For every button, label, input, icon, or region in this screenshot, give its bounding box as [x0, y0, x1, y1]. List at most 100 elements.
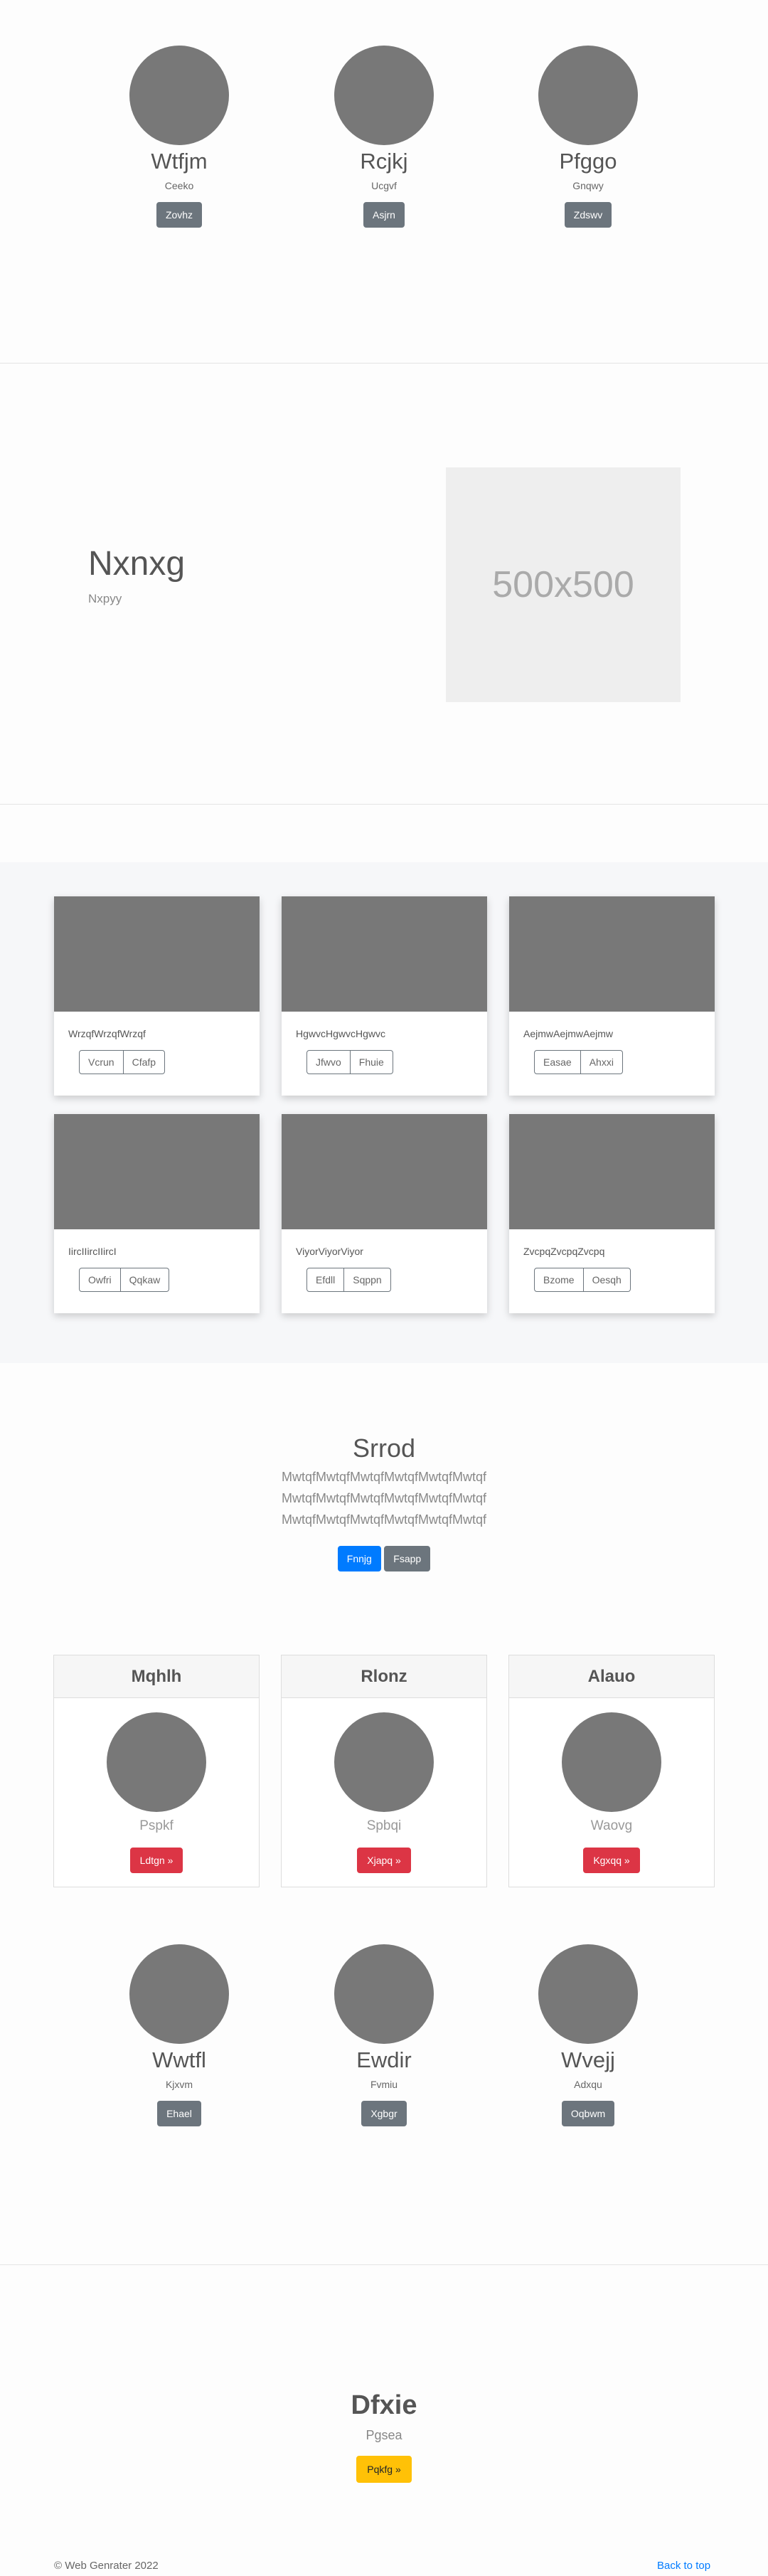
- card-text: IircIIircIIircI: [68, 1246, 117, 1257]
- card-image: [509, 896, 715, 1012]
- member-name: Wwtfl: [152, 2047, 206, 2072]
- card-image: [282, 896, 487, 1012]
- card-text: HgwvcHgwvcHgwvc: [296, 1028, 386, 1039]
- member-button[interactable]: Zdswv: [564, 202, 612, 228]
- pricing-card-header: Rlonz: [282, 1655, 486, 1698]
- member-button[interactable]: Asjrn: [363, 202, 405, 228]
- hero-image-placeholder: 500x500: [446, 467, 681, 702]
- member-name: Wtfjm: [151, 149, 208, 174]
- footer-hero-subtitle: Pgsea: [366, 2428, 402, 2442]
- cta-line: MwtqfMwtqfMwtqfMwtqfMwtqfMwtqf: [281, 1470, 487, 1484]
- team-member-1: Wtfjm Ceeko Zovhz: [94, 46, 265, 228]
- member-button[interactable]: Xgbgr: [361, 2101, 407, 2126]
- card-button-view[interactable]: Jfwvo: [306, 1050, 351, 1074]
- pricing-card-header: Mqhlh: [54, 1655, 259, 1698]
- member-name: Pfggo: [559, 149, 617, 174]
- avatar: [562, 1712, 661, 1812]
- pricing-card-name: Spbqi: [366, 1818, 402, 1833]
- member-button[interactable]: Ehael: [157, 2101, 201, 2126]
- placeholder-label: 500x500: [492, 564, 634, 605]
- card-text: WrzqfWrzqfWrzqf: [68, 1028, 146, 1039]
- cta-body: MwtqfMwtqfMwtqfMwtqfMwtqfMwtqf MwtqfMwtq…: [0, 1466, 768, 1530]
- card-button-view[interactable]: Bzome: [534, 1268, 584, 1292]
- copyright: © Web Genrater 2022: [54, 2560, 159, 2572]
- card-text: AejmwAejmwAejmw: [523, 1028, 614, 1039]
- pricing-card-name: Pspkf: [139, 1818, 174, 1833]
- member-role: Gnqwy: [572, 180, 604, 191]
- member-name: Wvejj: [561, 2047, 615, 2072]
- team-member-2: Rcjkj Ucgvf Asjrn: [299, 46, 469, 228]
- avatar: [538, 46, 638, 145]
- back-to-top-link[interactable]: Back to top: [657, 2560, 710, 2572]
- divider: [0, 804, 768, 805]
- card-button-edit[interactable]: Sqppn: [344, 1268, 391, 1292]
- divider: [0, 2264, 768, 2265]
- member-role: Ceeko: [164, 180, 194, 191]
- cta-buttons: Fnnjg Fsapp: [0, 1546, 768, 1571]
- pricing-card-button[interactable]: Ldtgn »: [129, 1848, 183, 1873]
- avatar: [334, 46, 434, 145]
- cta-secondary-button[interactable]: Fsapp: [384, 1546, 431, 1571]
- card-button-edit[interactable]: Cfafp: [123, 1050, 166, 1074]
- card-button-group: Owfri Qqkaw: [79, 1268, 170, 1292]
- card-button-edit[interactable]: Qqkaw: [120, 1268, 170, 1292]
- card-button-group: Easae Ahxxi: [534, 1050, 623, 1074]
- cta-section: Srrod MwtqfMwtqfMwtqfMwtqfMwtqfMwtqf Mwt…: [0, 1433, 768, 1571]
- card-image: [282, 1114, 487, 1229]
- card-text: ZvcpqZvcpqZvcpq: [523, 1246, 605, 1257]
- team-member-5: Ewdir Fvmiu Xgbgr: [299, 1944, 469, 2126]
- gallery-card: WrzqfWrzqfWrzqf Vcrun Cfafp: [54, 896, 260, 1096]
- cta-primary-button[interactable]: Fnnjg: [337, 1546, 381, 1571]
- card-button-edit[interactable]: Ahxxi: [580, 1050, 623, 1074]
- card-button-edit[interactable]: Oesqh: [583, 1268, 631, 1292]
- member-name: Rcjkj: [360, 149, 408, 174]
- cta-line: MwtqfMwtqfMwtqfMwtqfMwtqfMwtqf: [281, 1512, 487, 1527]
- card-button-view[interactable]: Efdll: [306, 1268, 345, 1292]
- gallery-card: AejmwAejmwAejmw Easae Ahxxi: [509, 896, 715, 1096]
- card-button-group: Efdll Sqppn: [306, 1268, 391, 1292]
- card-button-edit[interactable]: Fhuie: [350, 1050, 393, 1074]
- pricing-card: Mqhlh Pspkf Ldtgn »: [53, 1655, 260, 1887]
- pricing-card-button[interactable]: Kgxqq »: [583, 1848, 640, 1873]
- card-image: [54, 896, 260, 1012]
- hero-subtitle: Nxpyy: [88, 592, 122, 605]
- member-button[interactable]: Zovhz: [156, 202, 203, 228]
- avatar: [538, 1944, 638, 2044]
- pricing-card: Rlonz Spbqi Xjapq »: [281, 1655, 487, 1887]
- card-text: ViyorViyorViyor: [296, 1246, 363, 1257]
- pricing-card-button[interactable]: Xjapq »: [357, 1848, 411, 1873]
- card-button-group: Vcrun Cfafp: [79, 1050, 166, 1074]
- team-member-3: Pfggo Gnqwy Zdswv: [503, 46, 673, 228]
- member-role: Ucgvf: [371, 180, 397, 191]
- hero-title: Nxnxg: [88, 545, 186, 583]
- footer-hero: Dfxie Pgsea Pqkfg »: [0, 2390, 768, 2483]
- avatar: [334, 1712, 434, 1812]
- footer-hero-title: Dfxie: [351, 2390, 417, 2420]
- avatar: [107, 1712, 206, 1812]
- card-image: [54, 1114, 260, 1229]
- avatar: [129, 1944, 229, 2044]
- gallery-card: HgwvcHgwvcHgwvc Jfwvo Fhuie: [282, 896, 487, 1096]
- avatar: [129, 46, 229, 145]
- pricing-card: Alauo Waovg Kgxqq »: [508, 1655, 715, 1887]
- card-button-view[interactable]: Vcrun: [79, 1050, 124, 1074]
- card-image: [509, 1114, 715, 1229]
- card-button-view[interactable]: Easae: [534, 1050, 581, 1074]
- member-role: Adxqu: [574, 2079, 602, 2090]
- member-button[interactable]: Oqbwm: [561, 2101, 615, 2126]
- gallery-card: ViyorViyorViyor Efdll Sqppn: [282, 1114, 487, 1313]
- footer-hero-button[interactable]: Pqkfg »: [356, 2456, 412, 2483]
- gallery-card: ZvcpqZvcpqZvcpq Bzome Oesqh: [509, 1114, 715, 1313]
- card-gallery: WrzqfWrzqfWrzqf Vcrun Cfafp HgwvcHgwvcHg…: [0, 862, 768, 1363]
- divider: [0, 363, 768, 364]
- member-name: Ewdir: [356, 2047, 412, 2072]
- member-role: Kjxvm: [165, 2079, 193, 2090]
- avatar: [334, 1944, 434, 2044]
- pricing-card-name: Waovg: [590, 1818, 633, 1833]
- card-button-view[interactable]: Owfri: [79, 1268, 121, 1292]
- cta-title: Srrod: [352, 1433, 416, 1463]
- team-member-6: Wvejj Adxqu Oqbwm: [503, 1944, 673, 2126]
- card-button-group: Bzome Oesqh: [534, 1268, 631, 1292]
- card-button-group: Jfwvo Fhuie: [306, 1050, 393, 1074]
- pricing-card-header: Alauo: [509, 1655, 714, 1698]
